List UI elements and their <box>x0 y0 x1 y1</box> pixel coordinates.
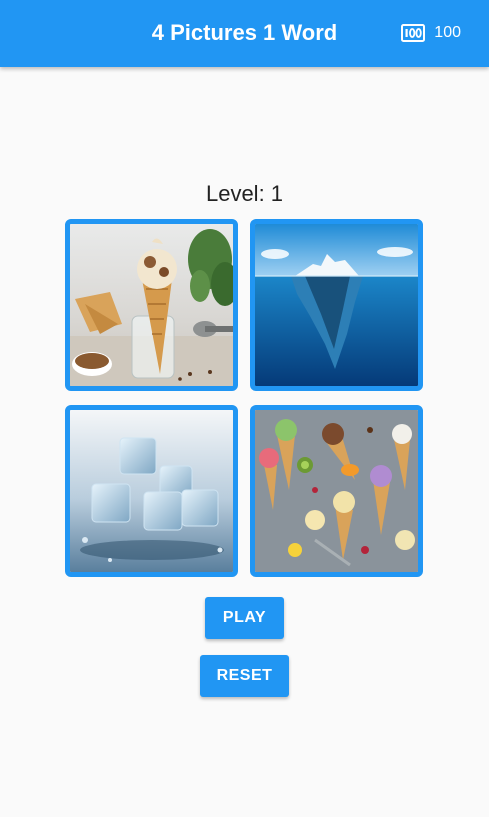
coins-value: 100 <box>434 24 461 41</box>
ice-cream-cones-photo <box>255 410 418 572</box>
ice-cream-cone-photo <box>70 224 233 386</box>
level-label: Level: 1 <box>205 181 284 206</box>
picture-tile-1[interactable] <box>65 219 238 391</box>
app-bar: 4 Pictures 1 Word 100 <box>0 0 489 67</box>
picture-tile-4[interactable] <box>250 405 423 577</box>
coin-counter: 100 <box>401 24 461 42</box>
iceberg-photo <box>255 224 418 386</box>
picture-tile-2[interactable] <box>250 219 423 391</box>
picture-tile-3[interactable] <box>65 405 238 577</box>
coins-icon <box>401 24 426 42</box>
ice-cubes-photo <box>70 410 233 572</box>
play-button[interactable]: PLAY <box>205 597 284 639</box>
reset-button[interactable]: RESET <box>200 655 289 697</box>
